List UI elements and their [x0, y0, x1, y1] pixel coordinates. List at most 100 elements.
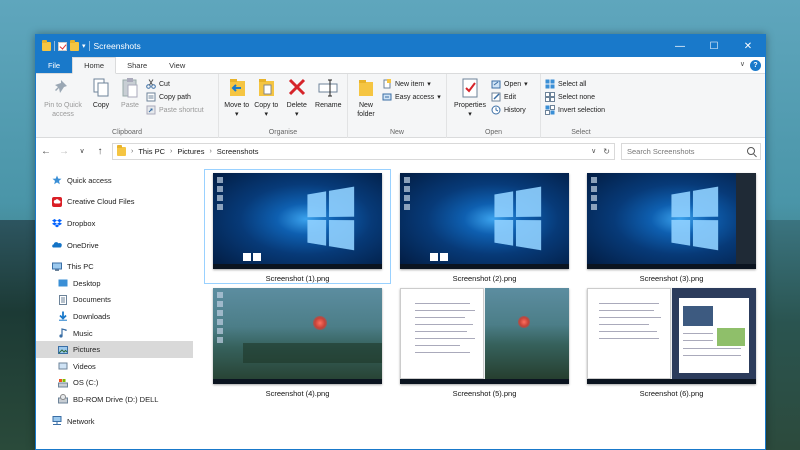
history-icon — [491, 105, 501, 115]
hard-drive-icon — [58, 378, 68, 388]
properties-icon[interactable] — [58, 41, 67, 51]
breadcrumb-separator[interactable]: › — [209, 148, 211, 155]
up-arrow-icon[interactable]: ↑ — [94, 146, 106, 157]
maximize-button[interactable]: ☐ — [697, 35, 731, 57]
search-icon — [747, 146, 755, 155]
new-group-label: New — [389, 129, 404, 136]
paste-label: Paste — [121, 102, 139, 109]
tab-share[interactable]: Share — [116, 57, 158, 73]
tab-view[interactable]: View — [158, 57, 196, 73]
clipboard-group-label: Clipboard — [112, 129, 142, 136]
edit-icon — [491, 92, 501, 102]
close-button[interactable]: ✕ — [731, 35, 765, 57]
ribbon: Pin to Quick access Copy Paste Cut Copy … — [36, 74, 765, 138]
new-item-button[interactable]: New item ▾ — [382, 79, 441, 89]
breadcrumb-separator[interactable]: › — [170, 148, 172, 155]
address-bar[interactable]: › This PC › Pictures › Screenshots ∨ ↻ — [112, 142, 615, 160]
nav-item-os-c[interactable]: OS (C:) — [36, 375, 193, 392]
nav-item-label: Desktop — [73, 278, 101, 288]
clipboard-group: Pin to Quick access Copy Paste Cut Copy … — [36, 74, 219, 138]
nav-item-bd-rom[interactable]: BD-ROM Drive (D:) DELL — [36, 391, 193, 408]
tab-home[interactable]: Home — [72, 57, 117, 74]
minimize-button[interactable]: — — [663, 35, 697, 57]
file-list: Screenshot (1).png Screenshot (2).png Sc… — [193, 166, 765, 449]
delete-label: Delete — [286, 102, 307, 109]
recent-locations-icon[interactable]: ∨ — [76, 147, 88, 155]
explorer-body: Quick access Creative Cloud Files Dropbo… — [36, 166, 765, 449]
image-thumbnail — [587, 288, 756, 384]
nav-item-videos[interactable]: Videos — [36, 358, 193, 375]
file-name: Screenshot (3).png — [639, 274, 704, 283]
delete-icon — [287, 77, 307, 99]
file-item[interactable]: Screenshot (4).png — [204, 284, 391, 399]
nav-item-downloads[interactable]: Downloads — [36, 308, 193, 325]
properties-label: Properties — [454, 102, 486, 109]
file-item[interactable]: Screenshot (2).png — [391, 169, 578, 284]
nav-item-onedrive[interactable]: OneDrive — [36, 237, 193, 254]
documents-icon — [58, 294, 68, 305]
desktop-background-left — [0, 220, 40, 450]
copy-to-label: Copy to — [254, 102, 279, 109]
nav-item-music[interactable]: Music — [36, 325, 193, 342]
easy-access-icon — [382, 92, 392, 102]
image-thumbnail — [213, 288, 382, 384]
nav-item-network[interactable]: Network — [36, 413, 193, 430]
edit-button[interactable]: Edit — [491, 92, 528, 102]
breadcrumb-screenshots[interactable]: Screenshots — [217, 147, 259, 156]
breadcrumb-pictures[interactable]: Pictures — [177, 147, 204, 156]
nav-item-creative-cloud[interactable]: Creative Cloud Files — [36, 194, 193, 211]
file-name: Screenshot (4).png — [265, 389, 330, 398]
file-item[interactable]: Screenshot (5).png — [391, 284, 578, 399]
file-item[interactable]: Screenshot (6).png — [578, 284, 765, 399]
select-all-button[interactable]: Select all — [545, 79, 605, 89]
paste-shortcut-icon — [146, 105, 156, 115]
easy-access-button[interactable]: Easy access ▾ — [382, 92, 441, 102]
cut-button[interactable]: Cut — [146, 79, 204, 89]
nav-item-documents[interactable]: Documents — [36, 292, 193, 309]
forward-arrow-icon[interactable]: → — [58, 146, 70, 157]
select-all-label: Select all — [558, 80, 587, 88]
select-none-button[interactable]: Select none — [545, 92, 605, 102]
organise-group-label: Organise — [268, 129, 298, 136]
copy-label: Copy — [92, 102, 110, 109]
nav-item-pictures[interactable]: Pictures — [36, 341, 193, 358]
customize-toolbar-icon[interactable]: ▾ — [82, 42, 86, 50]
nav-item-desktop[interactable]: Desktop — [36, 275, 193, 292]
back-arrow-icon[interactable]: ← — [40, 146, 52, 157]
file-item[interactable]: Screenshot (3).png — [578, 169, 765, 284]
new-folder-icon[interactable] — [70, 39, 79, 51]
refresh-icon[interactable]: ↻ — [603, 147, 610, 156]
search-box[interactable] — [621, 142, 761, 160]
tab-file[interactable]: File — [36, 57, 73, 73]
copy-to-dropdown-icon: ▾ — [264, 111, 269, 118]
rename-icon — [318, 77, 338, 99]
search-input[interactable] — [627, 146, 737, 156]
desktop-background-right — [760, 220, 800, 450]
open-group: Properties ▾ Open ▾ Edit History Open — [447, 74, 541, 138]
pin-icon — [53, 77, 73, 99]
image-thumbnail — [400, 173, 569, 269]
file-name: Screenshot (2).png — [452, 274, 517, 283]
file-name: Screenshot (6).png — [639, 389, 704, 398]
nav-item-quick-access[interactable]: Quick access — [36, 172, 193, 189]
move-to-dropdown-icon: ▾ — [235, 111, 239, 118]
invert-selection-button[interactable]: Invert selection — [545, 105, 605, 115]
breadcrumb-this-pc[interactable]: This PC — [138, 147, 165, 156]
nav-item-this-pc[interactable]: This PC — [36, 258, 193, 275]
file-item[interactable]: Screenshot (1).png — [204, 169, 391, 284]
paste-shortcut-button[interactable]: Paste shortcut — [146, 105, 204, 115]
address-dropdown-icon[interactable]: ∨ — [591, 147, 596, 156]
help-icon[interactable]: ? — [750, 60, 761, 71]
new-group: New folder New item ▾ Easy access ▾ New — [348, 74, 447, 138]
open-button[interactable]: Open ▾ — [491, 79, 528, 89]
easy-access-dropdown-icon: ▾ — [437, 94, 441, 101]
history-button[interactable]: History — [491, 105, 528, 115]
nav-item-label: Creative Cloud Files — [67, 197, 135, 207]
copy-path-button[interactable]: Copy path — [146, 92, 204, 102]
select-group-label: Select — [571, 129, 591, 136]
folder-icon — [117, 144, 126, 156]
minimize-ribbon-icon[interactable]: ∨ — [740, 60, 745, 68]
file-name: Screenshot (5).png — [452, 389, 517, 398]
nav-item-dropbox[interactable]: Dropbox — [36, 215, 193, 232]
properties-icon — [460, 77, 480, 99]
